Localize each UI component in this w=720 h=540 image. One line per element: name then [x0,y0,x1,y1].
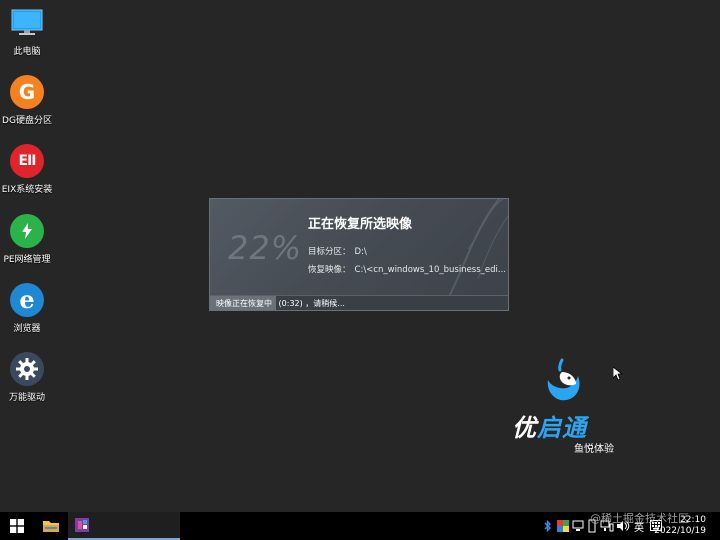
taskbar-file-explorer[interactable] [36,512,66,540]
mouse-cursor-icon [613,367,623,381]
desktop-icon-eix-install[interactable]: EII EIX系统安装 [0,144,54,208]
clock-date: 2022/10/19 [654,526,706,536]
restore-image-row: 恢复映像： C:\<cn_windows_10_business_edi... [308,263,506,275]
desktop-icon-dg-partition[interactable]: G DG硬盘分区 [0,75,54,139]
desktop-icon-label: PE网络管理 [3,255,51,265]
brand-logo: 优启通 鱼悦体验 [512,358,614,458]
computer-icon [10,6,44,40]
folder-icon [43,521,59,532]
desktop-icon-pe-network[interactable]: PE网络管理 [0,214,54,278]
watermark-text: @稀土掘金技术社区 [590,512,689,525]
desktop-icon-label: 浏览器 [13,324,41,334]
desktop-icon-browser[interactable]: e 浏览器 [0,283,54,347]
progress-bar: 映像正在恢复中 (0:32) ，请稍候... [210,295,508,310]
start-button[interactable] [0,512,34,540]
restore-image-value: C:\<cn_windows_10_business_edi... [354,265,506,275]
browser-icon: e [10,283,44,317]
status-time: (0:32) ，请稍候... [278,299,345,308]
brand-subtitle: 鱼悦体验 [574,444,614,455]
desktop-icon-universal-driver[interactable]: 万能驱动 [0,352,54,416]
fish-logo-icon [547,358,580,401]
dialog-title: 正在恢复所选映像 [308,217,413,232]
restore-app-icon [75,518,89,532]
restore-progress-dialog: 22% 正在恢复所选映像 目标分区： D:\ 恢复映像： C:\<cn_window… [209,198,509,311]
brand-name: 优启通 [512,414,587,442]
bluetooth-icon[interactable] [544,520,552,532]
desktop-icon-this-pc[interactable]: 此电脑 [0,6,54,70]
taskbar-restore-app[interactable] [68,512,180,540]
display-icon[interactable] [557,520,569,532]
gear-icon [10,352,44,386]
eix-icon: EII [10,144,44,178]
windows-start-icon [10,519,24,533]
desktop-icon-label: DG硬盘分区 [2,116,52,126]
target-partition-row: 目标分区： D:\ [308,245,367,257]
target-partition-label: 目标分区： [308,247,351,257]
desktop-icon-label: 此电脑 [13,47,41,57]
target-partition-value: D:\ [354,247,367,257]
status-prefix: 映像正在恢复中 [216,299,272,308]
leaf-decoration-icon [447,199,508,299]
progress-percent: 22% [228,229,303,267]
dg-icon: G [10,75,44,109]
desktop-icon-label: EIX系统安装 [1,185,53,195]
restore-image-label: 恢复映像： [308,265,351,275]
progress-status-text: 映像正在恢复中 (0:32) ，请稍候... [216,298,345,309]
network-icon [10,214,44,248]
monitor-icon[interactable] [572,520,584,532]
desktop-icon-label: 万能驱动 [8,393,45,403]
